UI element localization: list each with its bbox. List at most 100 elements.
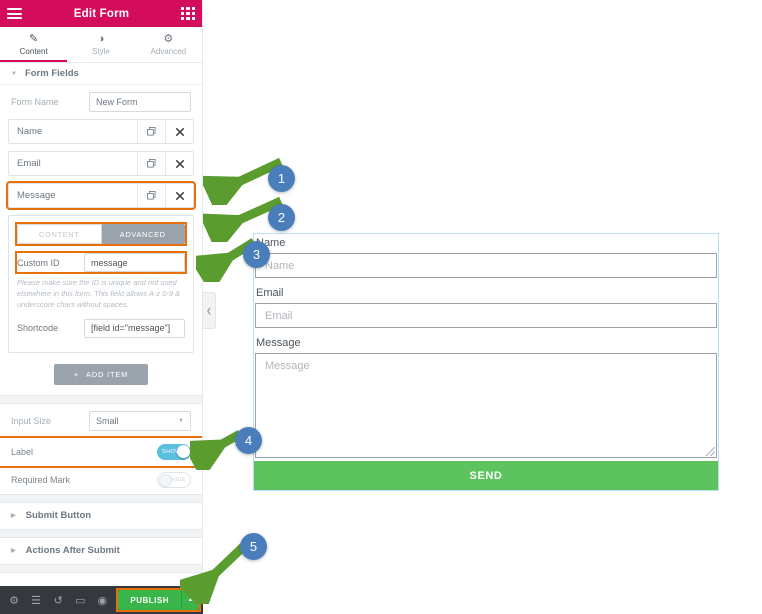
form-name-row: Form Name New Form — [0, 85, 202, 119]
input-size-select[interactable]: Small ▼ — [89, 410, 191, 431]
grid-icon[interactable] — [181, 6, 195, 21]
add-item-wrap: + ADD ITEM — [8, 360, 194, 395]
form-widget[interactable]: Name Name Email Email Message Message SE… — [253, 233, 719, 491]
label-toggle-row: Label SHOW — [0, 435, 202, 468]
panel-body: ▼ Form Fields Form Name New Form Name Em… — [0, 63, 202, 614]
custom-id-input[interactable]: message — [84, 253, 185, 272]
step-badge-1: 1 — [268, 165, 295, 192]
duplicate-icon[interactable] — [137, 152, 165, 175]
close-icon[interactable] — [165, 120, 193, 143]
form-field-label: Email — [256, 287, 284, 299]
preview-icon[interactable]: ◉ — [92, 586, 112, 614]
section-form-fields[interactable]: ▼ Form Fields — [0, 63, 202, 85]
hamburger-icon[interactable] — [7, 8, 22, 19]
send-button[interactable]: SEND — [254, 461, 718, 490]
tab-content[interactable]: ✎ Content — [0, 27, 68, 62]
gear-icon: ⚙ — [163, 32, 174, 45]
accordion-actions-after-submit-label: Actions After Submit — [25, 545, 120, 557]
panel-tabs: ✎ Content ◑ Style ⚙ Advanced — [0, 27, 202, 63]
step-badge-2: 2 — [268, 204, 295, 231]
form-name-label: Form Name — [11, 97, 59, 107]
email-input[interactable]: Email — [255, 303, 717, 328]
preview-canvas: ❮ Name Name Email Email Message Message … — [203, 0, 762, 614]
custom-id-label: Custom ID — [17, 257, 60, 268]
plus-icon: + — [73, 369, 79, 379]
step-badge-3: 3 — [243, 241, 270, 268]
resize-grip-icon[interactable] — [706, 447, 715, 456]
accordion-submit-button[interactable]: ▶ Submit Button — [0, 503, 202, 529]
field-item-title: Message — [17, 190, 56, 201]
form-field-message: Message Message — [254, 334, 718, 458]
field-settings-panel: CONTENT ADVANCED Custom ID message Pleas… — [8, 215, 194, 353]
duplicate-icon[interactable] — [137, 120, 165, 143]
shortcode-row: Shortcode [field id="message"] — [17, 318, 185, 338]
tab-advanced-label: Advanced — [150, 46, 187, 56]
editor-footer-toolbar: ⚙ ☰ ↺ ▭ ◉ PUBLISH ▲ — [0, 586, 203, 614]
editor-panel: Edit Form ✎ Content ◑ Style ⚙ Advanced ▼… — [0, 0, 203, 614]
form-field-name: Name Name — [254, 234, 718, 278]
field-item-email[interactable]: Email — [8, 151, 194, 176]
contrast-icon: ◑ — [97, 32, 105, 45]
input-size-label: Input Size — [11, 415, 52, 426]
field-settings-tabs: CONTENT ADVANCED — [15, 222, 187, 246]
tab-content-label: Content — [19, 46, 48, 56]
accordion-actions-after-submit[interactable]: ▶ Actions After Submit — [0, 538, 202, 564]
panel-header: Edit Form — [0, 0, 202, 27]
name-input[interactable]: Name — [255, 253, 717, 278]
shortcode-input[interactable]: [field id="message"] — [84, 318, 185, 338]
input-size-value: Small — [96, 415, 119, 426]
toggle-knob — [159, 474, 172, 488]
divider — [0, 394, 202, 404]
tab-style-label: Style — [92, 46, 110, 56]
field-item-title: Email — [17, 158, 41, 169]
divider — [0, 493, 202, 503]
close-icon[interactable] — [165, 184, 193, 207]
custom-id-help-text: Please make sure the ID is unique and no… — [17, 278, 181, 309]
field-tab-content[interactable]: CONTENT — [17, 224, 102, 244]
responsive-icon[interactable]: ▭ — [70, 586, 90, 614]
form-field-label: Name — [256, 237, 286, 249]
field-tab-advanced[interactable]: ADVANCED — [101, 224, 185, 244]
step-badge-5: 5 — [240, 533, 267, 560]
add-item-button[interactable]: + ADD ITEM — [53, 363, 149, 385]
message-placeholder: Message — [265, 360, 310, 372]
chevron-right-icon: ▶ — [11, 513, 16, 520]
panel-collapse-handle[interactable]: ❮ — [203, 292, 216, 329]
chevron-right-icon: ▶ — [11, 548, 16, 555]
accordion-submit-button-label: Submit Button — [25, 510, 92, 522]
field-item-name[interactable]: Name — [8, 119, 194, 144]
message-textarea[interactable]: Message — [255, 353, 717, 458]
form-field-label: Message — [256, 337, 301, 349]
divider — [0, 528, 202, 538]
panel-title: Edit Form — [73, 7, 130, 20]
tab-advanced[interactable]: ⚙ Advanced — [135, 27, 202, 62]
input-size-row: Input Size Small ▼ — [0, 404, 202, 438]
fields-repeater: Name Email Message CONTENT ADVANCED Cust… — [0, 119, 202, 395]
chevron-left-icon: ❮ — [206, 307, 212, 315]
add-item-label: ADD ITEM — [85, 369, 129, 379]
gear-icon[interactable]: ⚙ — [4, 586, 24, 614]
section-form-fields-label: Form Fields — [24, 68, 79, 79]
required-mark-toggle-row: Required Mark HIDE — [0, 466, 202, 494]
custom-id-row: Custom ID message — [15, 251, 187, 274]
close-icon[interactable] — [165, 152, 193, 175]
divider — [0, 563, 202, 573]
required-mark-label: Required Mark — [11, 474, 71, 485]
shortcode-label: Shortcode — [17, 323, 59, 334]
toggle-knob — [176, 445, 190, 459]
layers-icon[interactable]: ☰ — [26, 586, 46, 614]
chevron-down-icon: ▼ — [11, 70, 17, 77]
field-item-message[interactable]: Message — [6, 181, 196, 210]
chevron-down-icon: ▼ — [178, 417, 184, 424]
label-toggle-label: Label — [11, 446, 34, 457]
form-name-input[interactable]: New Form — [89, 92, 191, 112]
publish-button[interactable]: PUBLISH — [118, 590, 182, 610]
label-toggle[interactable]: SHOW — [157, 443, 191, 460]
step-badge-4: 4 — [235, 427, 262, 454]
duplicate-icon[interactable] — [137, 184, 165, 207]
tab-style[interactable]: ◑ Style — [67, 27, 134, 62]
required-mark-toggle[interactable]: HIDE — [157, 471, 191, 488]
history-icon[interactable]: ↺ — [48, 586, 68, 614]
required-mark-state: HIDE — [171, 476, 186, 483]
field-item-title: Name — [17, 126, 43, 137]
